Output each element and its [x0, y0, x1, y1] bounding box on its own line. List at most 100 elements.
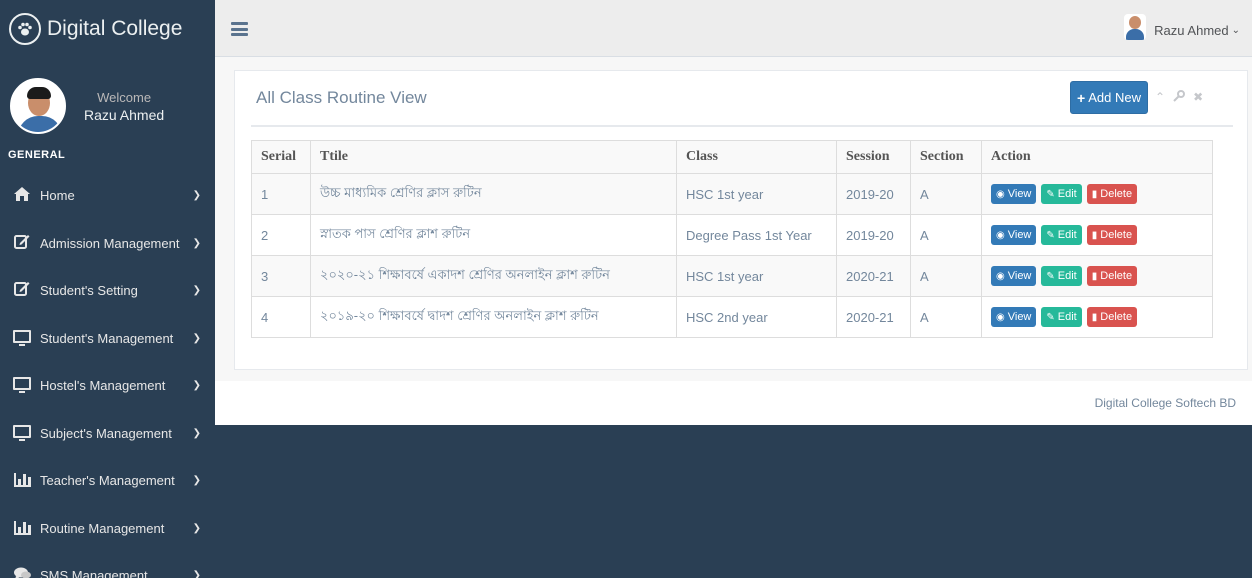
cell-section: A: [910, 173, 982, 215]
delete-button[interactable]: ▮ Delete: [1086, 307, 1138, 327]
delete-button[interactable]: ▮ Delete: [1086, 266, 1138, 286]
home-icon: [12, 186, 32, 205]
edit-button[interactable]: ✎ Edit: [1041, 307, 1082, 327]
edit-button[interactable]: ✎ Edit: [1041, 225, 1082, 245]
collapse-icon[interactable]: ⌃: [1155, 90, 1165, 105]
sidebar-item-admission[interactable]: Admission Management ❯: [0, 220, 215, 268]
routine-table: Serial Ttile Class Session Section Actio…: [251, 140, 1213, 338]
sidebar-item-subject-management[interactable]: Subject's Management ❯: [0, 410, 215, 458]
cell-title: ২০১৯-২০ শিক্ষাবর্ষে দ্বাদশ শ্রেণির অনলাই…: [310, 296, 677, 338]
sidebar-item-sms-management[interactable]: SMS Management ❯: [0, 552, 215, 578]
cell-actions: ◉ View ✎ Edit ▮ Delete: [981, 214, 1213, 256]
user-menu[interactable]: Razu Ahmed ⌄: [1124, 14, 1240, 40]
chevron-down-icon: ❯: [192, 285, 201, 297]
user-name: Razu Ahmed: [1154, 22, 1229, 38]
brand-name: Digital College: [47, 16, 183, 40]
trash-icon: ▮: [1091, 229, 1098, 241]
chevron-down-icon: ❯: [192, 427, 201, 439]
footer: Digital College Softech BD: [215, 381, 1252, 425]
add-new-label: Add New: [1088, 90, 1141, 105]
paw-icon: [9, 12, 41, 45]
sidebar-item-teacher-management[interactable]: Teacher's Management ❯: [0, 457, 215, 505]
footer-text: Digital College Softech BD: [1094, 396, 1236, 410]
sidebar-item-student-setting[interactable]: Student's Setting ❯: [0, 267, 215, 315]
edit-button[interactable]: ✎ Edit: [1041, 266, 1082, 286]
cell-section: A: [910, 296, 982, 338]
delete-button[interactable]: ▮ Delete: [1086, 184, 1138, 204]
panel-divider: [251, 125, 1233, 127]
wrench-icon[interactable]: [1173, 90, 1186, 105]
edit-icon: ✎: [1046, 270, 1055, 282]
edit-icon: ✎: [1046, 229, 1055, 241]
cell-title: ২০২০-২১ শিক্ষাবর্ষে একাদশ শ্রেণির অনলাইন…: [310, 255, 677, 297]
column-header: Session: [836, 140, 911, 174]
table-row: 4 ২০১৯-২০ শিক্ষাবর্ষে দ্বাদশ শ্রেণির অনল…: [251, 296, 1213, 338]
panel-title: All Class Routine View: [256, 88, 427, 107]
routine-panel: All Class Routine View + Add New ⌃ ✖ Ser…: [234, 70, 1248, 370]
chevron-down-icon: ❯: [192, 570, 201, 578]
view-button[interactable]: ◉ View: [991, 225, 1037, 245]
chevron-down-icon: ❯: [192, 522, 201, 534]
desktop-icon: [12, 424, 32, 442]
cell-session: 2019-20: [836, 214, 911, 256]
cell-actions: ◉ View ✎ Edit ▮ Delete: [981, 296, 1213, 338]
top-navbar: Razu Ahmed ⌄: [215, 0, 1252, 57]
delete-button[interactable]: ▮ Delete: [1086, 225, 1138, 245]
close-icon[interactable]: ✖: [1193, 90, 1203, 105]
sidebar-item-student-management[interactable]: Student's Management ❯: [0, 315, 215, 363]
sidebar-item-label: Student's Management: [40, 330, 174, 346]
table-header-row: Serial Ttile Class Session Section Actio…: [251, 140, 1213, 174]
cell-serial: 1: [251, 173, 311, 215]
column-header: Section: [910, 140, 982, 174]
eye-icon: ◉: [996, 188, 1005, 200]
profile-name: Razu Ahmed: [84, 106, 165, 123]
avatar: [10, 78, 66, 134]
sidebar-item-label: Subject's Management: [40, 425, 172, 441]
cell-class: HSC 1st year: [676, 255, 837, 297]
edit-icon: ✎: [1046, 311, 1055, 323]
sidebar-item-label: SMS Management: [40, 568, 148, 578]
view-button[interactable]: ◉ View: [991, 307, 1037, 327]
cell-serial: 3: [251, 255, 311, 297]
brand[interactable]: Digital College: [0, 0, 215, 57]
table-row: 3 ২০২০-২১ শিক্ষাবর্ষে একাদশ শ্রেণির অনলা…: [251, 255, 1213, 297]
column-header: Class: [676, 140, 837, 174]
cell-serial: 4: [251, 296, 311, 338]
user-avatar: [1124, 14, 1147, 40]
bar-chart-icon: [12, 472, 32, 489]
edit-icon: ✎: [1046, 188, 1055, 200]
cell-session: 2019-20: [836, 173, 911, 215]
sidebar-item-label: Home: [40, 188, 75, 204]
chevron-down-icon: ❯: [192, 380, 201, 392]
column-header: Ttile: [310, 140, 677, 174]
sidebar-item-label: Admission Management: [40, 235, 180, 251]
table-row: 2 স্নাতক পাস শ্রেণির ক্লাশ রুটিন Degree …: [251, 214, 1213, 256]
desktop-icon: [12, 329, 32, 347]
cell-title: স্নাতক পাস শ্রেণির ক্লাশ রুটিন: [310, 214, 677, 256]
cell-section: A: [910, 255, 982, 297]
main-content: All Class Routine View + Add New ⌃ ✖ Ser…: [215, 57, 1252, 425]
view-button[interactable]: ◉ View: [991, 184, 1037, 204]
view-button[interactable]: ◉ View: [991, 266, 1037, 286]
eye-icon: ◉: [996, 270, 1005, 282]
cell-section: A: [910, 214, 982, 256]
eye-icon: ◉: [996, 229, 1005, 241]
trash-icon: ▮: [1091, 270, 1098, 282]
column-header: Action: [981, 140, 1213, 174]
cell-actions: ◉ View ✎ Edit ▮ Delete: [981, 255, 1213, 297]
sidebar-item-label: Student's Setting: [40, 283, 138, 299]
edit-icon: [12, 281, 32, 300]
cell-class: HSC 2nd year: [676, 296, 837, 338]
edit-button[interactable]: ✎ Edit: [1041, 184, 1082, 204]
chevron-down-icon: ❯: [192, 332, 201, 344]
desktop-icon: [12, 377, 32, 394]
cell-serial: 2: [251, 214, 311, 256]
comments-icon: [12, 567, 32, 578]
sidebar-item-hostel-management[interactable]: Hostel's Management ❯: [0, 362, 215, 410]
sidebar-item-home[interactable]: Home ❯: [0, 172, 215, 220]
menu-toggle-icon[interactable]: [231, 22, 248, 36]
cell-session: 2020-21: [836, 296, 911, 338]
sidebar-item-label: Teacher's Management: [40, 473, 175, 489]
add-new-button[interactable]: + Add New: [1070, 81, 1148, 114]
sidebar-item-routine-management[interactable]: Routine Management ❯: [0, 505, 215, 553]
